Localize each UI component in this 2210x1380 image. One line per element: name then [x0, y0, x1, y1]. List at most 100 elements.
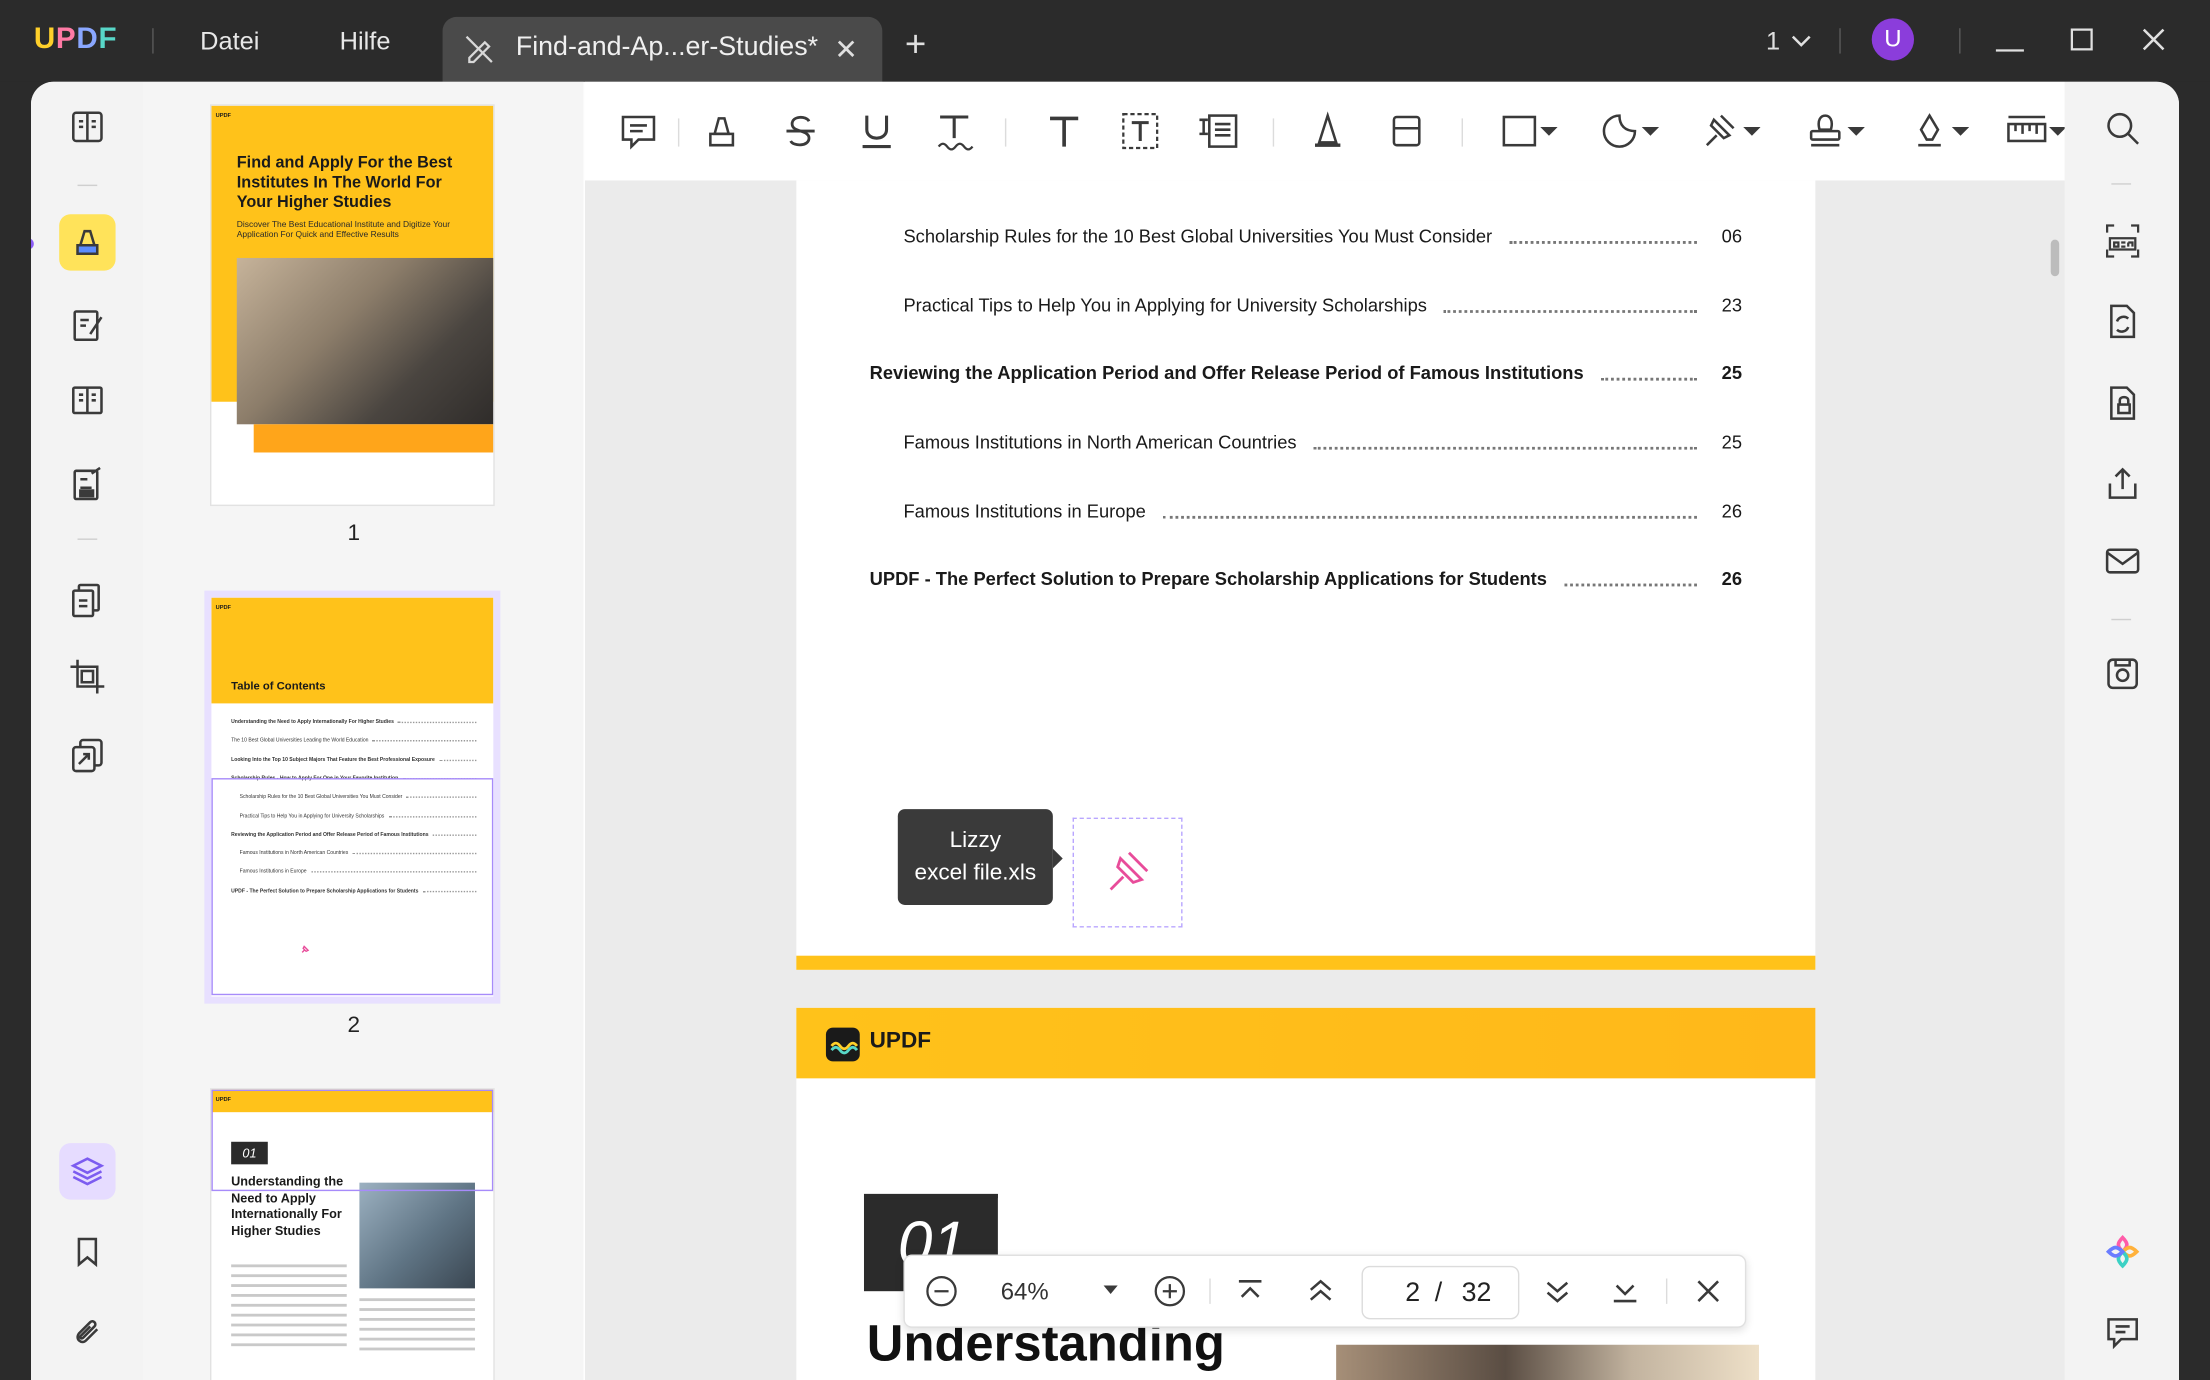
sticker-icon — [1602, 114, 1659, 148]
bookmarks-button[interactable] — [59, 1224, 115, 1280]
right-toolbar — [2064, 81, 2179, 1380]
reader-mode-button[interactable] — [59, 99, 115, 155]
attachments-button[interactable] — [59, 1302, 115, 1358]
close-bar-icon[interactable] — [1694, 1277, 1722, 1305]
previous-page-icon[interactable] — [1305, 1274, 1336, 1308]
zoom-dropdown-icon[interactable] — [1102, 1284, 1119, 1295]
fill-sign-mode-button[interactable] — [59, 457, 115, 513]
close-tab-icon[interactable]: ✕ — [834, 32, 858, 67]
form-icon — [72, 386, 103, 415]
thumbnail-page-1[interactable]: UPDF Find and Apply For the Best Institu… — [211, 105, 494, 505]
pencil-tool[interactable] — [1309, 107, 1346, 155]
toc-row[interactable]: UPDF - The Perfect Solution to Prepare S… — [870, 568, 1742, 599]
cover-stripe — [253, 424, 494, 453]
squiggly-tool[interactable] — [934, 107, 974, 155]
toc-mini-title: Looking Into the Top 10 Subject Majors T… — [231, 756, 435, 763]
share-icon — [2108, 467, 2137, 499]
toc-row[interactable]: Famous Institutions in North American Co… — [870, 431, 1742, 462]
close-window-icon[interactable] — [2141, 27, 2166, 59]
comments-list-button[interactable] — [2101, 1311, 2143, 1353]
menu-hilfe[interactable]: Hilfe — [340, 27, 391, 57]
underline-tool[interactable] — [858, 107, 895, 155]
document-viewer[interactable]: Scholarship Rules for the 10 Best Global… — [584, 81, 2065, 1380]
attachment-annotation[interactable] — [1072, 817, 1183, 928]
thumbnail-page-3[interactable]: UPDF 01 Understanding the Need to Apply … — [211, 1089, 494, 1380]
vertical-scrollbar[interactable] — [2050, 239, 2060, 277]
sticker-tool[interactable] — [1600, 107, 1659, 155]
chapter-photo — [359, 1182, 475, 1289]
tab-title: Find-and-Ap...er-Studies* — [515, 32, 819, 63]
bar-separator — [1665, 1278, 1668, 1304]
first-page-icon[interactable] — [1235, 1274, 1266, 1308]
menu-datei[interactable]: Datei — [200, 27, 259, 57]
pin-icon — [300, 936, 310, 961]
convert-pages-button[interactable] — [59, 727, 115, 783]
organize-pages-button[interactable] — [59, 572, 115, 628]
page-separator: / — [1434, 1278, 1443, 1309]
thumbnail-page-number: 1 — [347, 521, 361, 546]
page-header-band: UPDF — [796, 1007, 1816, 1079]
toc-row[interactable]: Scholarship Rules for the 10 Best Global… — [870, 226, 1742, 257]
share-button[interactable] — [2101, 462, 2143, 504]
page-number-field[interactable]: 2 / 32 — [1361, 1265, 1520, 1320]
ocr-icon — [2105, 224, 2140, 258]
toc-row-page: 25 — [1721, 431, 1743, 453]
updf-logo[interactable]: UPDF — [34, 23, 117, 57]
thumbnail-panel: UPDF Find and Apply For the Best Institu… — [143, 81, 584, 1380]
zoom-out-icon[interactable] — [925, 1274, 959, 1308]
crop-pages-button[interactable] — [59, 648, 115, 704]
toc-row[interactable]: Reviewing the Application Period and Off… — [870, 362, 1742, 393]
document-page-2[interactable]: Scholarship Rules for the 10 Best Global… — [796, 180, 1816, 970]
toc-row[interactable]: Famous Institutions in Europe 26 — [870, 500, 1742, 531]
toc-row[interactable]: Practical Tips to Help You in Applying f… — [870, 295, 1742, 326]
ruler-icon — [2007, 115, 2065, 143]
cover-logo: UPDF — [215, 111, 231, 119]
toc-mini-leader — [439, 759, 477, 761]
maximize-icon[interactable] — [2070, 28, 2093, 58]
layers-button[interactable] — [59, 1143, 116, 1200]
document-tab[interactable]: Find-and-Ap...er-Studies* ✕ — [442, 16, 883, 82]
form-mode-button[interactable] — [59, 372, 115, 428]
note-tool[interactable] — [619, 107, 658, 155]
visible-area-indicator[interactable] — [211, 778, 494, 996]
stamp-tool[interactable] — [1805, 107, 1865, 155]
last-page-icon[interactable] — [1610, 1274, 1641, 1308]
next-page-icon[interactable] — [1542, 1274, 1573, 1308]
highlight-tool[interactable] — [703, 107, 740, 155]
comment-mode-button[interactable] — [59, 214, 116, 271]
text-tool[interactable] — [1044, 107, 1083, 155]
toc-row-page: 26 — [1721, 568, 1743, 590]
new-tab-button[interactable]: + — [905, 25, 926, 62]
strikethrough-tool[interactable] — [782, 107, 819, 155]
measure-tool[interactable] — [2006, 107, 2065, 155]
toolbar-separator — [1272, 118, 1275, 147]
text-line — [231, 1294, 347, 1297]
email-button[interactable] — [2101, 540, 2143, 582]
user-avatar[interactable]: U — [1871, 18, 1915, 61]
convert-button[interactable] — [2101, 300, 2143, 342]
ai-assistant-button[interactable] — [2101, 1231, 2143, 1273]
minimize-icon[interactable] — [1995, 35, 2024, 60]
current-page[interactable]: 2 — [1405, 1279, 1420, 1310]
toc-row-title: Famous Institutions in North American Co… — [903, 431, 1297, 453]
rail-separator — [2111, 183, 2132, 185]
callout-tool[interactable] — [1197, 107, 1239, 155]
zoom-in-icon[interactable] — [1153, 1274, 1187, 1308]
zoom-level[interactable]: 64% — [1001, 1279, 1049, 1307]
active-indicator — [31, 238, 34, 250]
save-button[interactable] — [2101, 653, 2143, 695]
pin-tool[interactable] — [1701, 107, 1761, 155]
search-button[interactable] — [2101, 107, 2143, 149]
textbox-tool[interactable] — [1121, 107, 1160, 155]
thumbnail-page-2[interactable]: UPDF Table of Contents Understanding the… — [211, 597, 494, 997]
signature-tool[interactable] — [1910, 107, 1969, 155]
chevron-down-icon[interactable] — [1790, 31, 1813, 56]
edit-mode-button[interactable] — [59, 297, 115, 353]
eraser-tool[interactable] — [1388, 107, 1425, 155]
ocr-button[interactable] — [2101, 220, 2143, 262]
toc-row-leader — [1443, 310, 1697, 313]
protect-button[interactable] — [2101, 382, 2143, 424]
text-line — [359, 1298, 475, 1302]
shape-tool[interactable] — [1501, 107, 1558, 155]
window-count[interactable]: 1 — [1766, 27, 1780, 57]
